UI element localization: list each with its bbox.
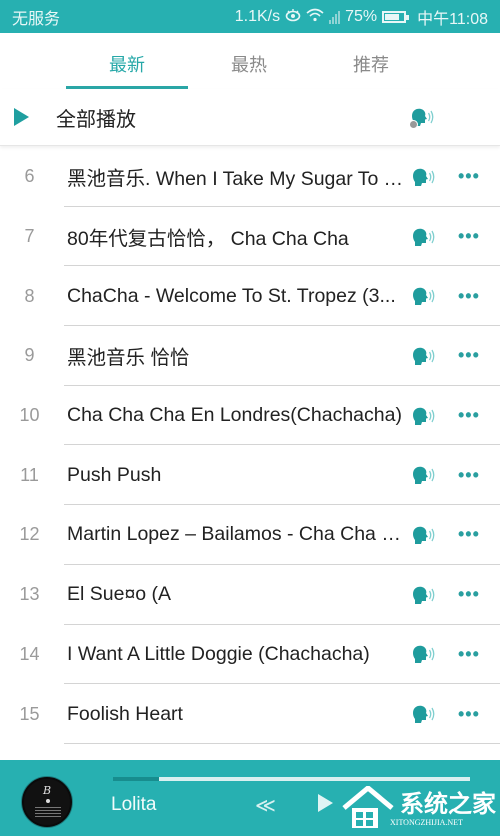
more-options-icon[interactable]: ••• xyxy=(458,524,480,545)
mini-player: B Lolita ≪ 系统之家 XITONGZHIJIA.NET xyxy=(0,760,500,836)
signal-icon xyxy=(329,10,341,24)
track-number: 13 xyxy=(19,584,40,605)
track-number: 11 xyxy=(20,464,39,485)
carrier-label: 无服务 xyxy=(12,10,61,28)
song-row[interactable]: 6 黑池音乐. When I Take My Sugar To Tea ••• xyxy=(0,147,500,207)
track-number: 8 xyxy=(24,285,35,306)
song-row[interactable]: 12 Martin Lopez – Bailamos - Cha Cha Cha… xyxy=(0,505,500,565)
song-title[interactable]: Cha Cha Cha En Londres(Chachacha) xyxy=(67,404,407,427)
voice-icon[interactable] xyxy=(410,525,436,545)
song-list: 6 黑池音乐. When I Take My Sugar To Tea ••• … xyxy=(0,147,500,804)
song-row[interactable]: 10 Cha Cha Cha En Londres(Chachacha) ••• xyxy=(0,386,500,446)
song-title[interactable]: 黑池音乐 恰恰 xyxy=(67,341,407,370)
song-title[interactable]: El Sue¤o (A xyxy=(67,583,407,606)
tab-recommended[interactable]: 推荐 xyxy=(310,33,432,89)
tab-bar: 最新 最热 推荐 xyxy=(0,33,500,89)
more-options-icon[interactable]: ••• xyxy=(458,584,480,605)
disc-label-lines xyxy=(35,807,61,817)
check-badge-icon xyxy=(409,120,418,129)
more-options-icon[interactable]: ••• xyxy=(458,286,480,307)
watermark-en: XITONGZHIJIA.NET xyxy=(390,818,463,827)
song-row[interactable]: 11 Push Push ••• xyxy=(0,445,500,505)
status-right: 1.1K/s 75% 中午11:08 xyxy=(235,5,488,29)
album-art[interactable]: B xyxy=(22,777,72,827)
play-all-bar[interactable]: 全部播放 xyxy=(0,89,500,146)
song-title[interactable]: 黑池音乐. When I Take My Sugar To Tea xyxy=(67,162,407,191)
tab-hot[interactable]: 最热 xyxy=(188,33,310,89)
disc-center xyxy=(46,799,50,803)
voice-check-icon[interactable] xyxy=(409,107,435,129)
clock: 中午11:08 xyxy=(417,10,488,28)
song-title[interactable]: 80年代复古恰恰， Cha Cha Cha xyxy=(67,222,407,251)
voice-icon[interactable] xyxy=(410,406,436,426)
song-row[interactable]: 9 黑池音乐 恰恰 ••• xyxy=(0,326,500,386)
voice-icon[interactable] xyxy=(410,286,436,306)
play-icon[interactable] xyxy=(14,108,29,126)
progress-bar[interactable] xyxy=(113,777,470,781)
song-row[interactable]: 14 I Want A Little Doggie (Chachacha) ••… xyxy=(0,625,500,685)
voice-icon[interactable] xyxy=(410,465,436,485)
voice-icon[interactable] xyxy=(410,167,436,187)
voice-icon[interactable] xyxy=(410,644,436,664)
more-options-icon[interactable]: ••• xyxy=(458,226,480,247)
track-number: 9 xyxy=(24,345,35,366)
watermark-cn: 系统之家 xyxy=(400,791,496,818)
voice-icon[interactable] xyxy=(410,585,436,605)
voice-icon[interactable] xyxy=(410,227,436,247)
song-title[interactable]: Push Push xyxy=(67,464,407,487)
play-all-label[interactable]: 全部播放 xyxy=(56,103,409,132)
more-options-icon[interactable]: ••• xyxy=(458,465,480,486)
song-title[interactable]: ChaCha - Welcome To St. Tropez (3... xyxy=(67,285,407,308)
tab-latest[interactable]: 最新 xyxy=(66,33,188,89)
album-letter: B xyxy=(42,784,52,797)
song-title[interactable]: Foolish Heart xyxy=(67,703,407,726)
song-title[interactable]: Martin Lopez – Bailamos - Cha Cha Cha xyxy=(67,523,407,546)
more-options-icon[interactable]: ••• xyxy=(458,166,480,187)
eye-icon xyxy=(285,8,301,25)
track-number: 7 xyxy=(24,226,35,247)
song-row[interactable]: 15 Foolish Heart ••• xyxy=(0,684,500,744)
song-row[interactable]: 7 80年代复古恰恰， Cha Cha Cha ••• xyxy=(0,207,500,267)
more-options-icon[interactable]: ••• xyxy=(458,644,480,665)
net-speed: 1.1K/s xyxy=(234,7,281,25)
song-row[interactable]: 13 El Sue¤o (A ••• xyxy=(0,565,500,625)
more-options-icon[interactable]: ••• xyxy=(458,345,480,366)
watermark-house-icon xyxy=(342,786,394,828)
song-title[interactable]: I Want A Little Doggie (Chachacha) xyxy=(67,643,407,666)
voice-icon[interactable] xyxy=(410,704,436,724)
track-number: 15 xyxy=(19,703,40,724)
progress-fill xyxy=(113,777,160,781)
previous-icon[interactable]: ≪ xyxy=(255,793,276,818)
track-number: 6 xyxy=(24,166,35,187)
battery-percent: 75% xyxy=(345,7,378,25)
voice-icon[interactable] xyxy=(410,346,436,366)
status-bar: 无服务 1.1K/s 75% 中午11:08 xyxy=(0,0,500,33)
track-number: 14 xyxy=(19,643,40,664)
battery-icon xyxy=(382,10,410,23)
track-number: 12 xyxy=(19,524,40,545)
more-options-icon[interactable]: ••• xyxy=(458,704,480,725)
more-options-icon[interactable]: ••• xyxy=(458,405,480,426)
play-pause-icon[interactable] xyxy=(318,794,333,812)
wifi-icon xyxy=(306,8,324,25)
song-row[interactable]: 8 ChaCha - Welcome To St. Tropez (3... •… xyxy=(0,266,500,326)
track-number: 10 xyxy=(19,405,40,426)
now-playing-title: Lolita xyxy=(111,794,157,815)
